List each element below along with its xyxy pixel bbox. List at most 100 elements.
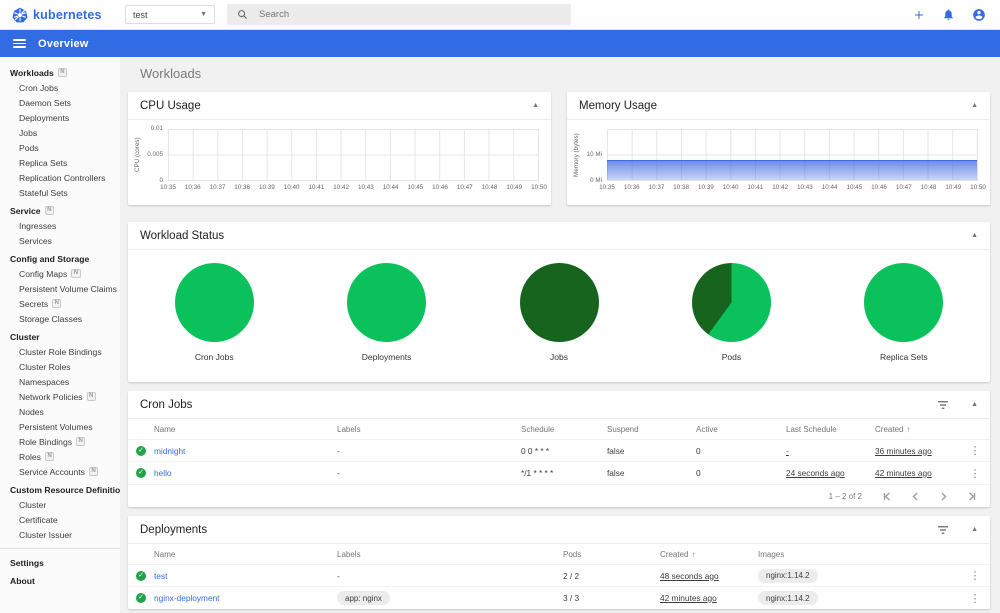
sidebar-item-persistent-volume-claims[interactable]: Persistent Volume ClaimsN	[0, 281, 120, 296]
previous-page-icon[interactable]	[910, 491, 920, 502]
last-schedule-value[interactable]: -	[786, 446, 789, 456]
filter-icon[interactable]	[937, 525, 949, 535]
collapse-icon[interactable]: ▲	[532, 102, 539, 109]
sidebar-item-persistent-volumes[interactable]: Persistent Volumes	[0, 419, 120, 434]
column-header-schedule[interactable]: Schedule	[521, 425, 607, 434]
created-value[interactable]: 42 minutes ago	[875, 468, 932, 478]
created-value[interactable]: 48 seconds ago	[660, 571, 719, 581]
sidebar-group-custom-resource-definitions[interactable]: Custom Resource Definitions	[0, 482, 120, 497]
sidebar-item-pods[interactable]: Pods	[0, 140, 120, 155]
cron-job-name-link[interactable]: hello	[154, 468, 337, 478]
sidebar-item-network-policies[interactable]: Network Policies N	[0, 389, 120, 404]
sidebar-item-cluster[interactable]: Cluster	[0, 497, 120, 512]
sidebar-item-replica-sets[interactable]: Replica Sets	[0, 155, 120, 170]
column-header-name[interactable]: Name	[154, 550, 337, 559]
column-header-active[interactable]: Active	[696, 425, 786, 434]
add-resource-button[interactable]	[913, 9, 925, 21]
sidebar-item-cluster-roles[interactable]: Cluster Roles	[0, 359, 120, 374]
namespace-selector[interactable]: test ▼	[125, 5, 215, 24]
sidebar-item-namespaces[interactable]: Namespaces	[0, 374, 120, 389]
sidebar-group-cluster[interactable]: Cluster	[0, 329, 120, 344]
next-page-icon[interactable]	[938, 491, 948, 502]
account-button[interactable]	[972, 8, 986, 22]
sidebar-item-replication-controllers[interactable]: Replication Controllers	[0, 170, 120, 185]
column-header-name[interactable]: Name	[154, 425, 337, 434]
pie-chart-replica-sets[interactable]	[864, 263, 944, 342]
column-header-created[interactable]: Created ↑	[660, 550, 758, 559]
column-header-images[interactable]: Images	[758, 550, 960, 559]
collapse-icon[interactable]: ▲	[971, 232, 978, 239]
sidebar-item-about[interactable]: About	[0, 573, 120, 588]
x-tick-label: 10:46	[432, 184, 448, 191]
sidebar-item-label: Namespaces	[19, 376, 70, 387]
sidebar-item-cron-jobs[interactable]: Cron Jobs	[0, 80, 120, 95]
sidebar-item-settings[interactable]: Settings	[0, 555, 120, 570]
sort-ascending-icon: ↑	[906, 424, 911, 434]
column-header-created[interactable]: Created ↑	[875, 425, 960, 434]
sidebar-item-roles[interactable]: Roles N	[0, 449, 120, 464]
notifications-button[interactable]	[942, 8, 955, 21]
sidebar-item-secrets[interactable]: Secrets N	[0, 296, 120, 311]
sidebar-item-role-bindings[interactable]: Role Bindings N	[0, 434, 120, 449]
sidebar-item-label: Certificate	[19, 514, 58, 525]
search-bar[interactable]	[227, 4, 571, 25]
kubernetes-logo[interactable]: kubernetes	[12, 7, 117, 23]
search-input[interactable]	[257, 8, 561, 21]
first-page-icon[interactable]	[882, 491, 892, 502]
x-tick-label: 10:44	[382, 184, 399, 191]
sidebar-item-daemon-sets[interactable]: Daemon Sets	[0, 95, 120, 110]
row-actions-menu[interactable]: ⋮	[960, 467, 990, 480]
row-actions-menu[interactable]: ⋮	[960, 592, 990, 605]
column-header-pods[interactable]: Pods	[563, 550, 660, 559]
row-actions-menu[interactable]: ⋮	[960, 444, 990, 457]
cron-job-name-link[interactable]: midnight	[154, 446, 337, 456]
sidebar-item-storage-classes[interactable]: Storage Classes	[0, 311, 120, 326]
created-value[interactable]: 36 minutes ago	[875, 446, 932, 456]
deployment-name-link[interactable]: nginx-deployment	[154, 593, 337, 603]
collapse-icon[interactable]: ▲	[971, 401, 978, 408]
sidebar-item-deployments[interactable]: Deployments	[0, 110, 120, 125]
status-cell: ✓	[128, 445, 154, 456]
filter-icon[interactable]	[937, 400, 949, 410]
column-header-last-schedule[interactable]: Last Schedule	[786, 425, 875, 434]
sidebar-item-cluster-role-bindings[interactable]: Cluster Role Bindings	[0, 344, 120, 359]
workload-status-item-replica-sets: Replica Sets	[818, 263, 990, 362]
sidebar-group-workloads[interactable]: Workloads N	[0, 65, 120, 80]
sidebar-item-cluster-issuer[interactable]: Cluster Issuer	[0, 527, 120, 542]
column-header-labels[interactable]: Labels	[337, 550, 563, 559]
x-tick-label: 10:39	[698, 184, 714, 191]
collapse-icon[interactable]: ▲	[971, 526, 978, 533]
pagination-controls	[882, 491, 976, 502]
pie-chart-deployments[interactable]	[347, 263, 427, 342]
deployments-card: Deployments ▲ Name Labels Pods Created ↑ Imag…	[128, 516, 990, 609]
last-schedule-value[interactable]: 24 seconds ago	[786, 468, 845, 478]
column-header-suspend[interactable]: Suspend	[607, 425, 696, 434]
workload-status-card: Workload Status ▲ Cron Jobs Deployments Jo…	[128, 222, 990, 382]
sidebar-group-config-and-storage[interactable]: Config and Storage	[0, 251, 120, 266]
x-tick-label: 10:46	[871, 184, 887, 191]
sidebar-item-service-accounts[interactable]: Service Accounts N	[0, 464, 120, 479]
active-cell: 0	[696, 468, 701, 478]
collapse-icon[interactable]: ▲	[971, 102, 978, 109]
column-header-labels[interactable]: Labels	[337, 425, 521, 434]
sidebar-item-nodes[interactable]: Nodes	[0, 404, 120, 419]
sidebar-item-certificate[interactable]: Certificate	[0, 512, 120, 527]
sidebar-item-config-maps[interactable]: Config Maps N	[0, 266, 120, 281]
pie-chart-cron-jobs[interactable]	[174, 263, 254, 342]
menu-icon[interactable]	[13, 37, 26, 51]
sidebar-item-ingresses[interactable]: Ingresses	[0, 218, 120, 233]
pie-chart-pods[interactable]	[691, 263, 771, 342]
search-icon	[238, 10, 247, 19]
last-page-icon[interactable]	[966, 491, 976, 502]
row-actions-menu[interactable]: ⋮	[960, 569, 990, 582]
sidebar-group-label: Cluster	[10, 331, 40, 342]
sidebar-item-stateful-sets[interactable]: Stateful Sets	[0, 185, 120, 200]
sidebar-item-jobs[interactable]: Jobs	[0, 125, 120, 140]
x-tick-label: 10:48	[920, 184, 937, 191]
pie-chart-jobs[interactable]	[519, 263, 599, 342]
sidebar-group-label: Config and Storage	[10, 253, 90, 264]
deployment-name-link[interactable]: test	[154, 571, 337, 581]
sidebar-group-service[interactable]: Service N	[0, 203, 120, 218]
sidebar-item-services[interactable]: Services	[0, 233, 120, 248]
created-value[interactable]: 42 minutes ago	[660, 593, 717, 603]
